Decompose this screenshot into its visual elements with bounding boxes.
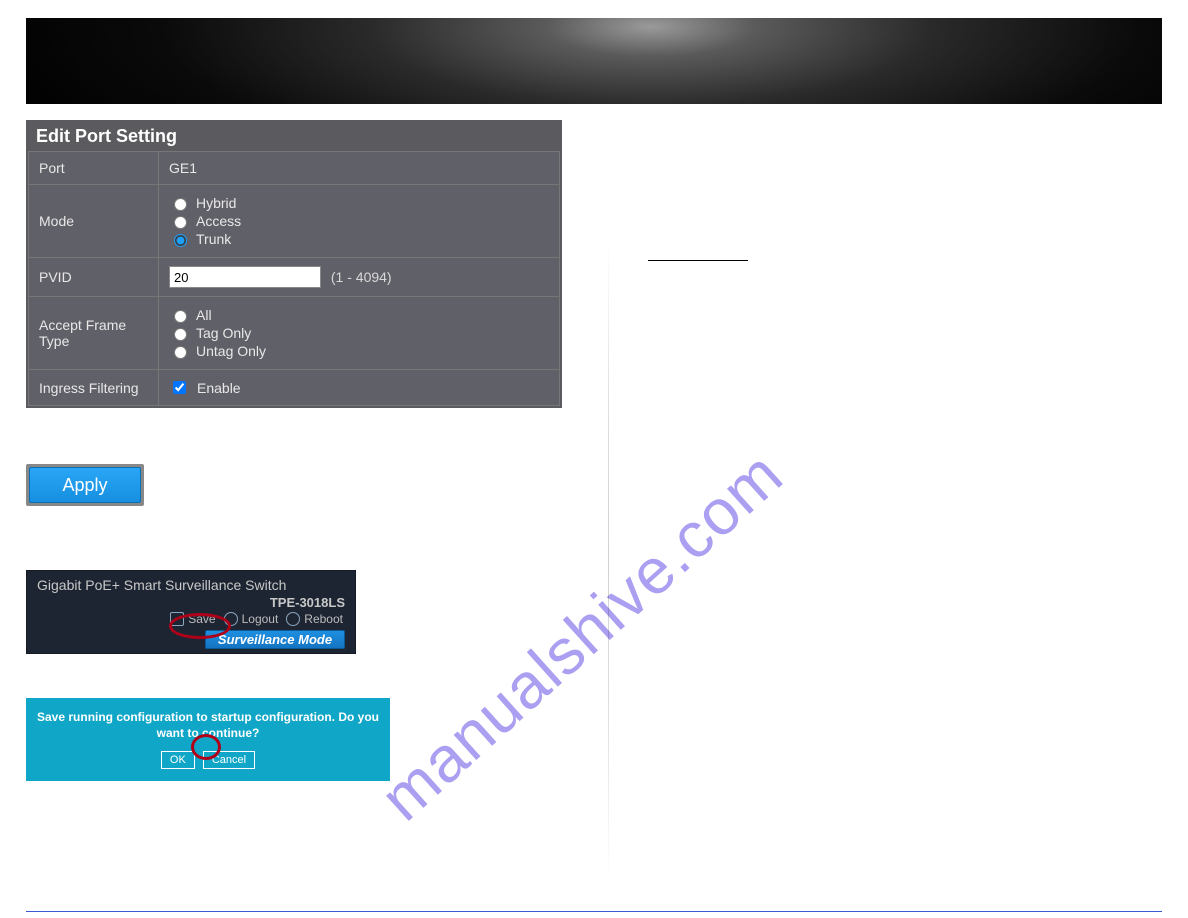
mode-access-option[interactable]: Access	[169, 213, 549, 229]
accept-all-label: All	[196, 307, 212, 323]
apply-button[interactable]: Apply	[29, 467, 141, 503]
accept-untagonly-label: Untag Only	[196, 343, 266, 359]
label-accept: Accept Frame Type	[29, 297, 159, 370]
ok-button[interactable]: OK	[161, 751, 195, 769]
ingress-enable-option[interactable]: Enable	[169, 378, 241, 397]
row-ingress: Ingress Filtering Enable	[29, 370, 560, 406]
label-ingress: Ingress Filtering	[29, 370, 159, 406]
switch-model: TPE-3018LS	[37, 595, 345, 610]
edit-port-setting-panel: Edit Port Setting Port GE1 Mode Hybrid	[26, 120, 562, 408]
ingress-enable-checkbox[interactable]	[173, 381, 186, 394]
mode-trunk-radio[interactable]	[174, 234, 187, 247]
row-accept-frame: Accept Frame Type All Tag Only Untag	[29, 297, 560, 370]
row-port: Port GE1	[29, 152, 560, 185]
row-pvid: PVID (1 - 4094)	[29, 258, 560, 297]
watermark-text: manualshive.com	[366, 437, 797, 835]
pvid-hint: (1 - 4094)	[331, 269, 392, 285]
pvid-input[interactable]	[169, 266, 321, 288]
mode-trunk-option[interactable]: Trunk	[169, 231, 549, 247]
accept-untagonly-radio[interactable]	[174, 346, 187, 359]
cancel-button[interactable]: Cancel	[203, 751, 255, 769]
mode-hybrid-label: Hybrid	[196, 195, 236, 211]
confirm-dialog: Save running configuration to startup co…	[26, 698, 390, 781]
reboot-icon	[286, 612, 300, 626]
logout-link[interactable]: Logout	[222, 612, 281, 626]
row-mode: Mode Hybrid Access Trunk	[29, 185, 560, 258]
ingress-enable-label: Enable	[197, 380, 241, 396]
logout-link-label: Logout	[242, 612, 279, 626]
accept-tagonly-radio[interactable]	[174, 328, 187, 341]
panel-title: Edit Port Setting	[28, 122, 560, 151]
accept-untagonly-option[interactable]: Untag Only	[169, 343, 549, 359]
accept-tagonly-label: Tag Only	[196, 325, 251, 341]
decorative-underline	[648, 260, 748, 261]
switch-title: Gigabit PoE+ Smart Surveillance Switch	[37, 577, 345, 593]
save-link[interactable]: Save	[168, 612, 217, 626]
accept-tagonly-option[interactable]: Tag Only	[169, 325, 549, 341]
label-port: Port	[29, 152, 159, 185]
switch-header-panel: Gigabit PoE+ Smart Surveillance Switch T…	[26, 570, 356, 654]
label-pvid: PVID	[29, 258, 159, 297]
value-port: GE1	[159, 152, 560, 185]
top-banner	[26, 18, 1162, 104]
accept-all-option[interactable]: All	[169, 307, 549, 323]
apply-button-frame: Apply	[26, 464, 144, 506]
mode-hybrid-radio[interactable]	[174, 198, 187, 211]
reboot-link[interactable]: Reboot	[284, 612, 345, 626]
surveillance-mode-button[interactable]: Surveillance Mode	[205, 630, 345, 649]
logout-icon	[224, 612, 238, 626]
save-link-label: Save	[188, 612, 215, 626]
bottom-rule	[26, 911, 1162, 912]
accept-all-radio[interactable]	[174, 310, 187, 323]
column-divider	[608, 240, 609, 880]
mode-trunk-label: Trunk	[196, 231, 231, 247]
mode-access-label: Access	[196, 213, 241, 229]
mode-access-radio[interactable]	[174, 216, 187, 229]
reboot-link-label: Reboot	[304, 612, 343, 626]
confirm-message: Save running configuration to startup co…	[36, 710, 380, 741]
edit-port-table: Port GE1 Mode Hybrid Access	[28, 151, 560, 406]
label-mode: Mode	[29, 185, 159, 258]
mode-hybrid-option[interactable]: Hybrid	[169, 195, 549, 211]
save-icon	[170, 612, 184, 626]
